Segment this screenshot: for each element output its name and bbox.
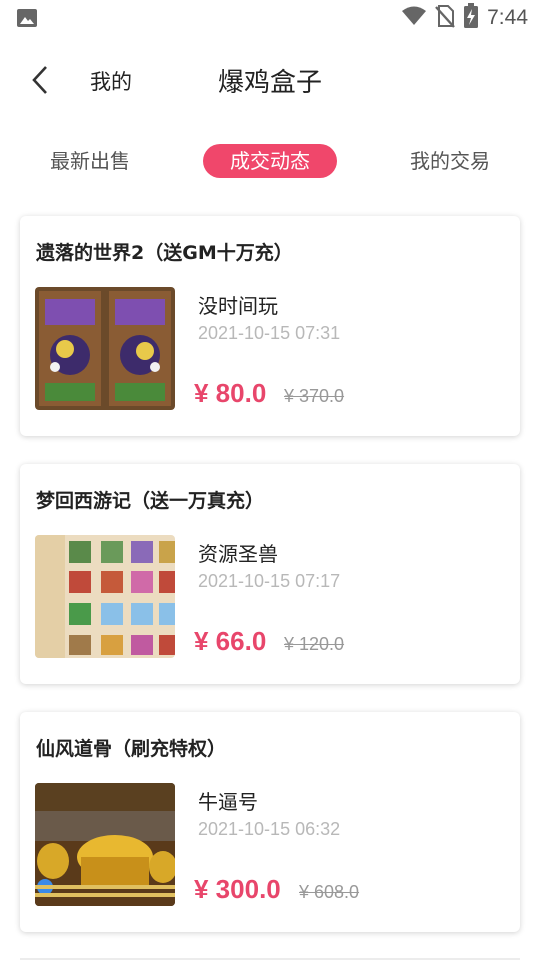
deal-title: 梦回西游记（送一万真充）	[36, 490, 265, 512]
deal-price: ¥ 300.0	[194, 874, 281, 904]
deal-title: 仙风道骨（刷充特权）	[36, 738, 227, 760]
deal-title: 遗落的世界2（送GM十万充）	[36, 242, 293, 264]
status-bar: 7:44	[0, 0, 540, 36]
deal-time: 2021-10-15 07:31	[198, 323, 341, 343]
wifi-icon	[401, 5, 427, 31]
tab-bar: 最新出售 成交动态 我的交易	[0, 140, 540, 180]
game-thumbnail	[35, 783, 175, 906]
tab-my-trades[interactable]: 我的交易	[390, 144, 510, 178]
status-time: 7:44	[487, 6, 528, 29]
game-thumbnail	[35, 287, 175, 410]
battery-charging-icon	[463, 3, 479, 33]
seller-name: 牛逼号	[198, 790, 258, 814]
deal-time: 2021-10-15 06:32	[198, 819, 341, 839]
seller-name: 资源圣兽	[198, 542, 278, 566]
no-sim-icon	[435, 4, 456, 32]
deal-card[interactable]: 仙风道骨（刷充特权） 牛逼号 2021-10-15 06:32 ¥ 300.0 …	[20, 712, 520, 932]
deal-card[interactable]: 梦回西游记（送一万真充） 资源圣兽 2021-10-15 07:17 ¥ 66.…	[20, 464, 520, 684]
image-icon	[16, 8, 38, 28]
deal-time: 2021-10-15 07:17	[198, 571, 341, 591]
app-header: 我的 爆鸡盒子	[0, 50, 540, 110]
tab-latest-sale[interactable]: 最新出售	[30, 144, 150, 178]
deal-price: ¥ 80.0	[194, 378, 267, 408]
game-thumbnail	[35, 535, 175, 658]
deal-card[interactable]: 遗落的世界2（送GM十万充） 没时间玩 2021-10-15 07:31 ¥ 8…	[20, 216, 520, 436]
deal-price: ¥ 66.0	[194, 626, 267, 656]
seller-name: 没时间玩	[198, 294, 278, 318]
tab-deal-activity[interactable]: 成交动态	[203, 144, 337, 178]
original-price: ¥ 120.0	[284, 634, 345, 654]
original-price: ¥ 370.0	[284, 386, 345, 406]
original-price: ¥ 608.0	[299, 882, 360, 902]
page-title: 爆鸡盒子	[217, 68, 322, 98]
